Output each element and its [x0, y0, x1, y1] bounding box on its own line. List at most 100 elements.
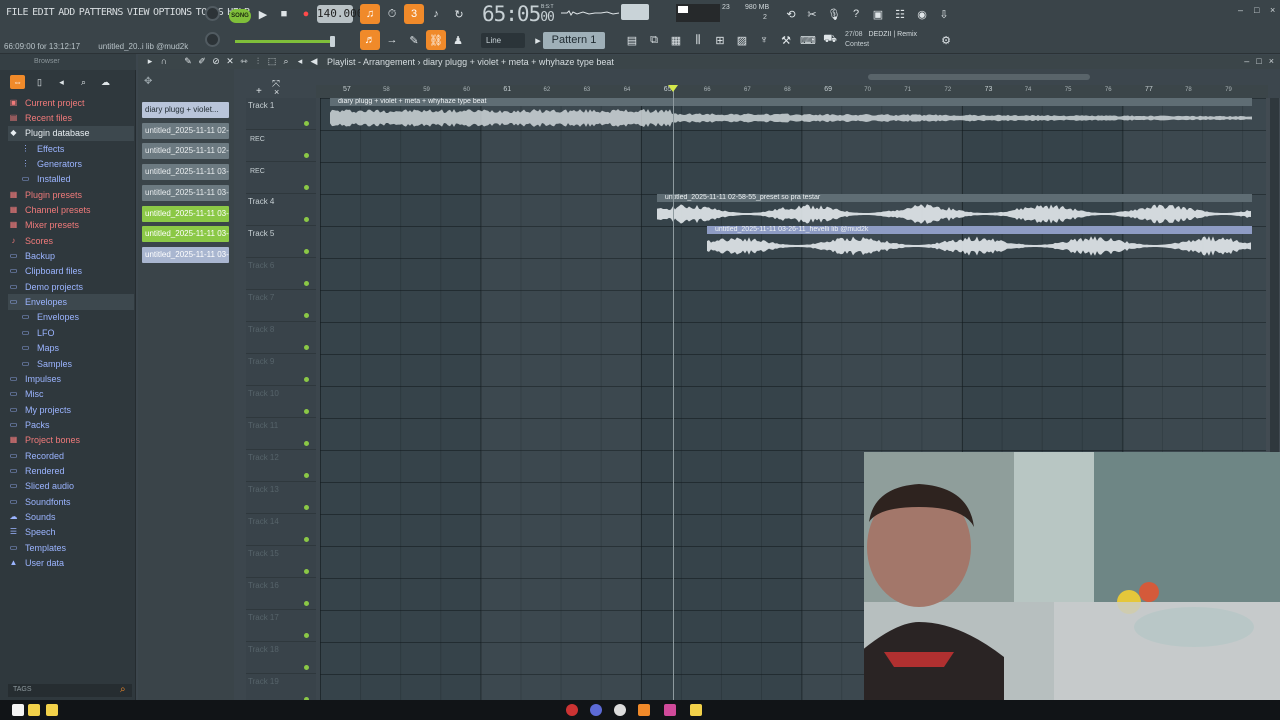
select-icon[interactable]: ⬚	[267, 56, 277, 67]
plugin-icon[interactable]: ▨	[732, 30, 752, 50]
mixer-window-icon[interactable]: ⫼	[688, 30, 708, 50]
tags-field[interactable]: TAGS	[8, 684, 132, 697]
browser-item[interactable]: ▭ Backup	[8, 248, 134, 263]
close-icon[interactable]: ×	[1270, 6, 1279, 15]
track-enable-led[interactable]	[304, 601, 309, 606]
record-button[interactable]: ●	[296, 4, 316, 24]
timeline-ruler[interactable]: 57 58 59 60 61 62 63 64 65 66 67 68 69 70 71 72 73 74 75 76…	[316, 85, 1268, 98]
track-header[interactable]: Track 14	[246, 514, 316, 546]
files-taskbar-icon[interactable]	[46, 704, 58, 716]
browser-files-icon[interactable]: ▯	[32, 75, 47, 89]
track-header[interactable]: Track 15	[246, 546, 316, 578]
wrench-icon[interactable]: ⚒	[776, 30, 796, 50]
playlist-icon[interactable]: ▤	[622, 30, 642, 50]
arrow-right-icon[interactable]: →	[382, 30, 402, 50]
metronome-icon[interactable]: ♫	[360, 4, 380, 24]
paint-icon[interactable]: ✐	[197, 56, 207, 67]
start-icon[interactable]	[12, 704, 24, 716]
touch-keyboard-icon[interactable]: ⌨	[798, 30, 818, 50]
track-enable-led[interactable]	[304, 153, 309, 158]
browser-item[interactable]: ▤ Recent files	[8, 110, 134, 125]
track-enable-led[interactable]	[304, 633, 309, 638]
folder-taskbar-icon[interactable]	[28, 704, 40, 716]
picker-item[interactable]: diary plugg + violet...	[142, 102, 229, 118]
track-enable-led[interactable]	[304, 313, 309, 318]
browser-item[interactable]: ◆ Plugin database	[8, 125, 134, 142]
undo-history-icon[interactable]: ⟲	[781, 4, 801, 24]
minimize-icon[interactable]: –	[1238, 6, 1247, 15]
picker-item[interactable]: untitled_2025-11-11 03-...	[142, 164, 229, 181]
browser-item[interactable]: ▭ My projects	[8, 402, 134, 417]
browser-item[interactable]: ▦ Mixer presets	[8, 218, 134, 233]
browser-item[interactable]: ▭ Misc	[8, 387, 134, 402]
browser-item[interactable]: ▭ Envelopes	[8, 310, 134, 325]
piano-icon[interactable]: ♬	[360, 30, 380, 50]
track-header[interactable]: Track 6	[246, 258, 316, 290]
playback-icon[interactable]: ◂	[295, 56, 305, 67]
browser-item[interactable]: ☁ Sounds	[8, 509, 134, 524]
browser-item[interactable]: ▭ Impulses	[8, 371, 134, 386]
track-enable-led[interactable]	[304, 185, 309, 190]
menu-patterns[interactable]: PATTERNS	[77, 7, 125, 18]
browser-item[interactable]: ▭ Packs	[8, 417, 134, 432]
audio-clip[interactable]	[656, 202, 1252, 226]
clip-title[interactable]: untitled_2025-11-11 03-26-11_hevelli lib…	[706, 226, 1253, 234]
snap-select[interactable]: Line	[481, 33, 525, 48]
browser-back-icon[interactable]: ◂	[54, 75, 69, 89]
browser-item[interactable]: ▭ Samples	[8, 356, 134, 371]
discord-icon[interactable]	[590, 704, 602, 716]
track-header[interactable]: Track 4	[246, 194, 316, 226]
cart-icon[interactable]: ⛟	[820, 30, 840, 50]
playlist-maximize-icon[interactable]: □	[1256, 56, 1261, 66]
chat-icon[interactable]: ◉	[912, 4, 932, 24]
draw-icon[interactable]: ✎	[183, 56, 193, 67]
browser-item[interactable]: ⋮ Generators	[8, 156, 134, 171]
menu-options[interactable]: OPTIONS	[151, 7, 194, 18]
delete-icon[interactable]: ⊘	[211, 56, 221, 67]
help-icon[interactable]: ?	[846, 4, 866, 24]
opera-icon[interactable]	[566, 704, 578, 716]
song-mode-toggle[interactable]: SONG	[229, 9, 251, 23]
browser-item[interactable]: ▭ Recorded	[8, 448, 134, 463]
track-enable-led[interactable]	[304, 345, 309, 350]
browser-item[interactable]: ▭ LFO	[8, 325, 134, 340]
clip-title[interactable]: diary plugg + violet + meta + whyhaze ty…	[330, 98, 1253, 106]
browser-item[interactable]: ☰ Speech	[8, 525, 134, 540]
track-header[interactable]: Track 10	[246, 386, 316, 418]
browser-window-icon[interactable]: ⊞	[710, 30, 730, 50]
picker-item[interactable]: untitled_2025-11-11 03-...	[142, 226, 229, 243]
fx-icon[interactable]: ♆	[754, 30, 774, 50]
track-header[interactable]: Track 17	[246, 610, 316, 642]
playlist-close-icon[interactable]: ×	[1269, 56, 1274, 66]
link-icon[interactable]: ⛓	[426, 30, 446, 50]
speaker-icon[interactable]: ◀	[309, 56, 319, 67]
play-button[interactable]: ▶	[253, 4, 273, 24]
tags-search-icon[interactable]: ⌕	[120, 684, 126, 695]
clip-title[interactable]: untitled_2025-11-11 02-58-55_preset so p…	[656, 194, 1253, 202]
browser-item[interactable]: ▭ Soundfonts	[8, 494, 134, 509]
browser-item[interactable]: ▭ Templates	[8, 540, 134, 555]
browser-item[interactable]: ♪ Scores	[8, 233, 134, 248]
browser-item[interactable]: ▭ Installed	[8, 172, 134, 187]
piano-roll-icon[interactable]: ▦	[666, 30, 686, 50]
browser-item[interactable]: ▭ Clipboard files	[8, 264, 134, 279]
pencil-icon[interactable]: ✎	[404, 30, 424, 50]
menu-file[interactable]: FILE	[4, 7, 30, 18]
fl-studio-icon[interactable]	[638, 704, 650, 716]
track-enable-led[interactable]	[304, 249, 309, 254]
track-header[interactable]: Track 5	[246, 226, 316, 258]
track-header[interactable]: Track 11	[246, 418, 316, 450]
master-pitch-knob[interactable]	[205, 32, 220, 47]
track-enable-led[interactable]	[304, 537, 309, 542]
track-enable-led[interactable]	[304, 281, 309, 286]
step-edit-icon[interactable]: ♪	[426, 4, 446, 24]
picker-item[interactable]: untitled_2025-11-11 03-...	[142, 184, 229, 201]
audio-clip[interactable]	[330, 106, 1252, 130]
bell-icon[interactable]: ♟	[448, 30, 468, 50]
tempo-display[interactable]: 140.000	[317, 5, 363, 23]
browser-item[interactable]: ▭ Envelopes	[8, 294, 134, 310]
picker-move-icon[interactable]: ✥	[144, 76, 232, 87]
track-header[interactable]: REC	[246, 130, 316, 162]
track-enable-led[interactable]	[304, 409, 309, 414]
track-header[interactable]: Track 12	[246, 450, 316, 482]
